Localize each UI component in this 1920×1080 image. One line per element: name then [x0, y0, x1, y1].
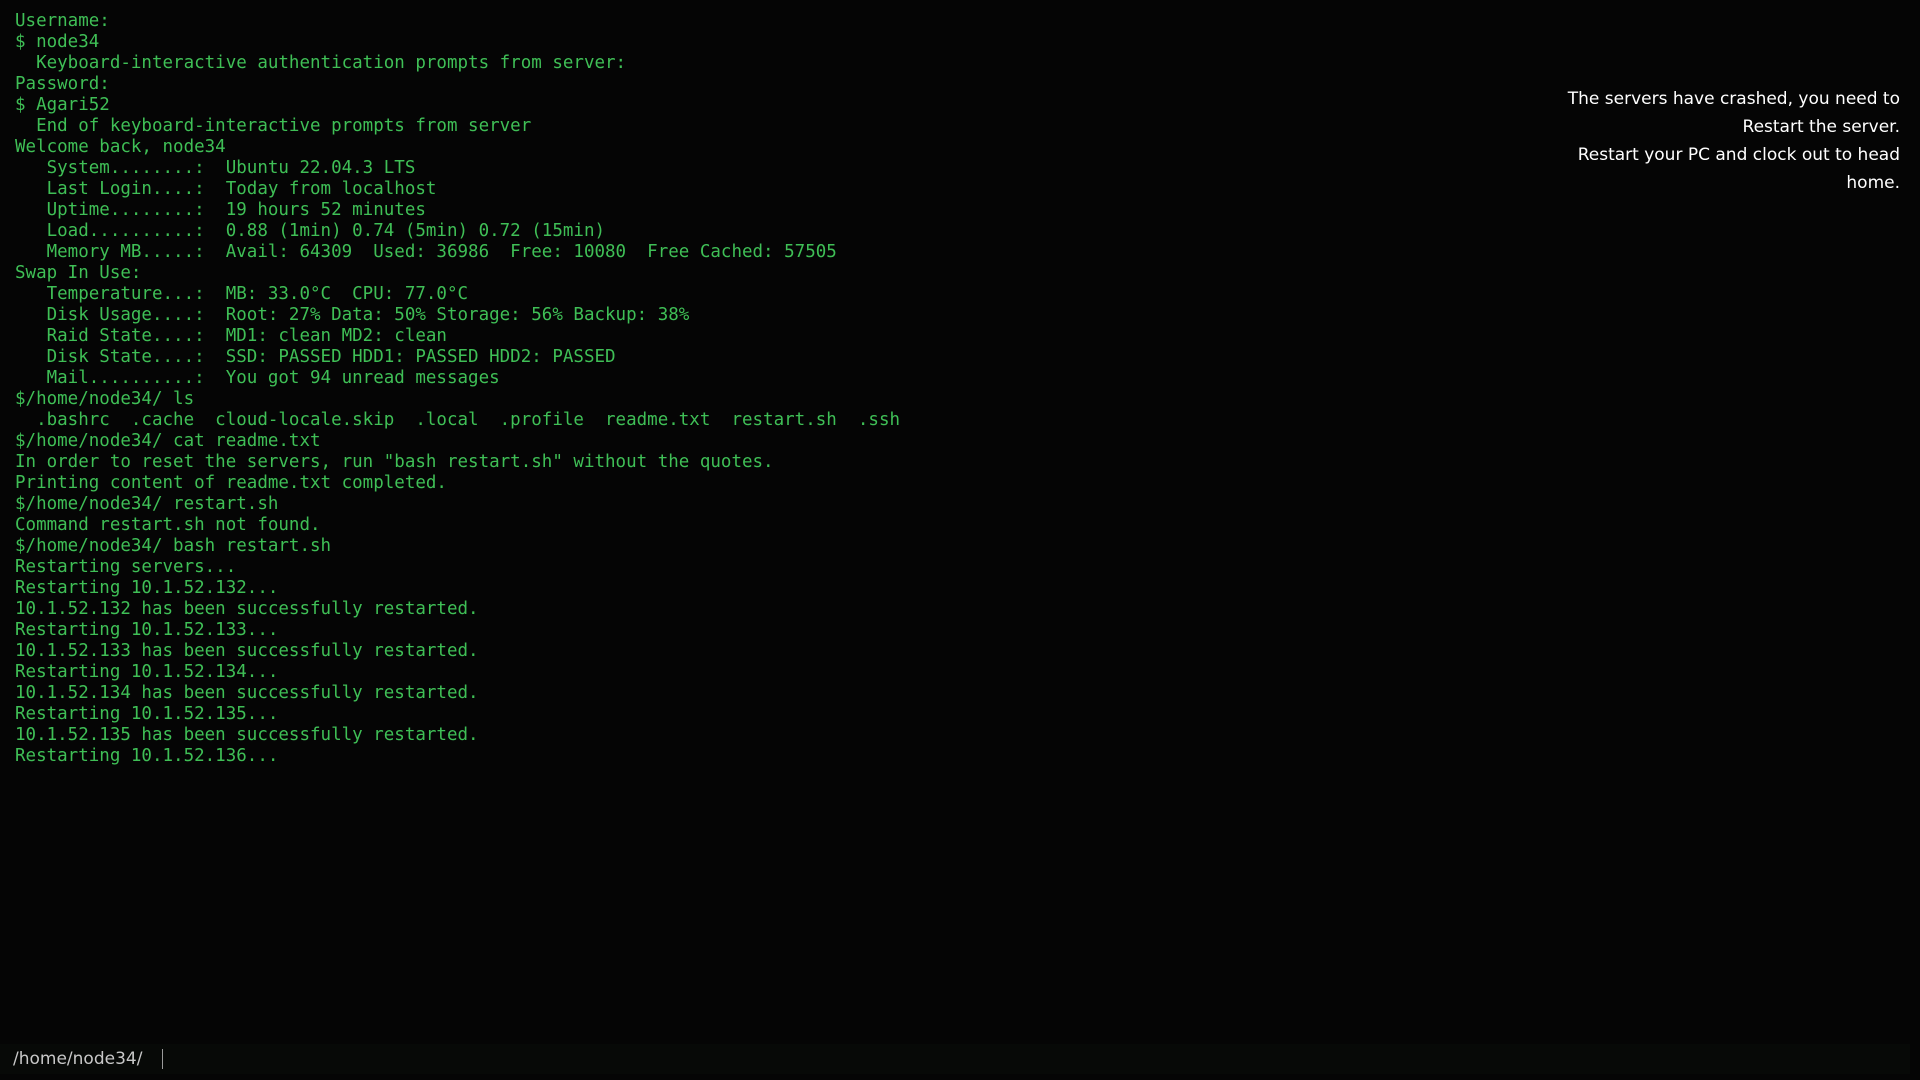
command-prompt-bar[interactable]: /home/node34/	[0, 1044, 1910, 1074]
terminal-line: Memory MB.....: Avail: 64309 Used: 36986…	[15, 242, 837, 262]
terminal-line: .bashrc .cache cloud-locale.skip .local …	[15, 410, 901, 430]
text-cursor	[162, 1049, 163, 1069]
terminal-line: $/home/node34/ ls	[15, 389, 195, 409]
notice-line: The servers have crashed, you need to	[1567, 89, 1900, 109]
terminal-line: Restarting 10.1.52.133...	[15, 620, 279, 640]
terminal-line: Printing content of readme.txt completed…	[15, 473, 447, 493]
terminal-line: Restarting 10.1.52.134...	[15, 662, 279, 682]
terminal-line: Uptime........: 19 hours 52 minutes	[15, 200, 426, 220]
terminal-line: $/home/node34/ cat readme.txt	[15, 431, 321, 451]
terminal-line: $/home/node34/ bash restart.sh	[15, 536, 332, 556]
prompt-path: /home/node34/	[13, 1049, 143, 1069]
terminal-line: Disk State....: SSD: PASSED HDD1: PASSED…	[15, 347, 616, 367]
terminal-line: $/home/node34/ restart.sh	[15, 494, 279, 514]
terminal-line: Keyboard-interactive authentication prom…	[15, 53, 627, 73]
terminal-line: System........: Ubuntu 22.04.3 LTS	[15, 158, 416, 178]
terminal-line: Disk Usage....: Root: 27% Data: 50% Stor…	[15, 305, 690, 325]
terminal-line: Restarting 10.1.52.136...	[15, 746, 279, 766]
objective-notice: The servers have crashed, you need to Res…	[1540, 85, 1900, 197]
terminal-line: Password:	[15, 74, 110, 94]
terminal-line: Mail..........: You got 94 unread messag…	[15, 368, 500, 388]
terminal-line: Username:	[15, 11, 110, 31]
terminal-window: Username: $ node34 Keyboard-interactive a…	[0, 0, 1920, 1080]
terminal-line: $ node34	[15, 32, 100, 52]
terminal-line: 10.1.52.135 has been successfully restar…	[15, 725, 479, 745]
terminal-line: Command restart.sh not found.	[15, 515, 321, 535]
terminal-line: 10.1.52.134 has been successfully restar…	[15, 683, 479, 703]
terminal-line: 10.1.52.133 has been successfully restar…	[15, 641, 479, 661]
terminal-line: Restarting 10.1.52.135...	[15, 704, 279, 724]
terminal-line: Restarting servers...	[15, 557, 237, 577]
terminal-line: Welcome back, node34	[15, 137, 226, 157]
notice-line: Restart the server.	[1742, 117, 1900, 137]
terminal-line: Restarting 10.1.52.132...	[15, 578, 279, 598]
terminal-output: Username: $ node34 Keyboard-interactive a…	[15, 11, 900, 767]
terminal-line: Load..........: 0.88 (1min) 0.74 (5min) …	[15, 221, 606, 241]
terminal-line: Temperature...: MB: 33.0°C CPU: 77.0°C	[15, 284, 469, 304]
terminal-line: Last Login....: Today from localhost	[15, 179, 437, 199]
notice-line: home.	[1846, 173, 1900, 193]
notice-line: Restart your PC and clock out to head	[1577, 145, 1900, 165]
terminal-line: End of keyboard-interactive prompts from…	[15, 116, 532, 136]
terminal-line: $ Agari52	[15, 95, 110, 115]
command-input[interactable]	[166, 1047, 1870, 1073]
terminal-line: Swap In Use:	[15, 263, 142, 283]
terminal-line: In order to reset the servers, run "bash…	[15, 452, 774, 472]
terminal-line: Raid State....: MD1: clean MD2: clean	[15, 326, 447, 346]
terminal-line: 10.1.52.132 has been successfully restar…	[15, 599, 479, 619]
